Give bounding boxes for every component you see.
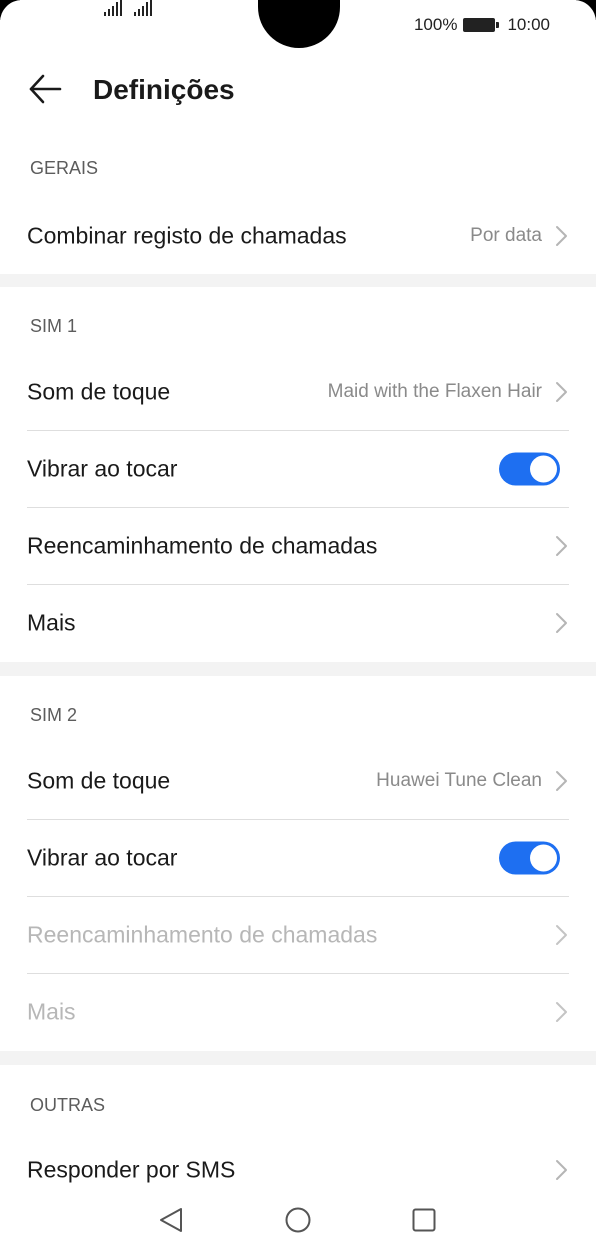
sim1-more-label: Mais xyxy=(27,609,76,636)
chevron-right-icon xyxy=(556,613,567,633)
combine-call-log-row[interactable]: Combinar registo de chamadas Por data xyxy=(0,198,596,274)
sim2-forwarding-label: Reencaminhamento de chamadas xyxy=(27,921,378,948)
battery-percent: 100% xyxy=(413,15,458,34)
chevron-right-icon xyxy=(556,771,567,791)
section-general: GERAIS Combinar registo de chamadas Por … xyxy=(0,130,596,274)
section-label-sim2: SIM 2 xyxy=(30,705,78,725)
section-label-general: GERAIS xyxy=(30,158,99,178)
sim2-ringtone-row[interactable]: Som de toque Huawei Tune Clean xyxy=(0,743,596,819)
sim1-ringtone-label: Som de toque xyxy=(27,378,171,405)
clock: 10:00 xyxy=(507,15,550,34)
chevron-right-icon xyxy=(556,1160,567,1180)
sim2-vibrate-label: Vibrar ao tocar xyxy=(27,844,178,871)
combine-call-log-label: Combinar registo de chamadas xyxy=(27,222,347,249)
sim2-vibrate-row: Vibrar ao tocar xyxy=(0,820,596,896)
sim1-vibrate-toggle[interactable] xyxy=(499,452,560,486)
app-header: Definições xyxy=(0,50,596,130)
sim1-vibrate-row: Vibrar ao tocar xyxy=(0,431,596,507)
sim2-vibrate-toggle[interactable] xyxy=(499,841,560,875)
status-bar: 100% 10:00 xyxy=(0,0,596,50)
sim1-ringtone-row[interactable]: Som de toque Maid with the Flaxen Hair xyxy=(0,354,596,430)
sim1-forwarding-label: Reencaminhamento de chamadas xyxy=(27,532,378,559)
chevron-right-icon xyxy=(556,925,567,945)
chevron-right-icon xyxy=(556,382,567,402)
status-right: 100% 10:00 xyxy=(414,14,550,36)
square-recents-icon[interactable] xyxy=(404,1200,444,1240)
arrow-left-icon[interactable] xyxy=(28,72,62,106)
section-sim2: SIM 2 Som de toque Huawei Tune Clean Vib… xyxy=(0,676,596,1051)
chevron-right-icon xyxy=(556,536,567,556)
sim1-ringtone-value: Maid with the Flaxen Hair xyxy=(327,381,542,402)
triangle-back-icon[interactable] xyxy=(152,1200,192,1240)
circle-home-icon[interactable] xyxy=(278,1200,318,1240)
chevron-right-icon xyxy=(556,226,567,246)
chevron-right-icon xyxy=(556,1002,567,1022)
toggle-knob xyxy=(530,844,557,872)
camera-notch xyxy=(258,0,340,48)
sim2-ringtone-label: Som de toque xyxy=(27,767,171,794)
screen: 100% 10:00 Definições GERAIS Combinar re… xyxy=(0,0,596,1260)
sim1-more-row[interactable]: Mais xyxy=(0,585,596,661)
navigation-bar xyxy=(0,1190,596,1260)
toggle-knob xyxy=(530,455,557,483)
sim1-vibrate-label: Vibrar ao tocar xyxy=(27,455,178,482)
sim2-forwarding-row[interactable]: Reencaminhamento de chamadas xyxy=(0,897,596,973)
section-sim1: SIM 1 Som de toque Maid with the Flaxen … xyxy=(0,287,596,662)
page-title: Definições xyxy=(93,74,235,105)
sim2-ringtone-value: Huawei Tune Clean xyxy=(376,770,542,791)
section-label-sim1: SIM 1 xyxy=(30,316,78,336)
sms-reply-label: Responder por SMS xyxy=(27,1156,236,1183)
battery-icon xyxy=(463,18,500,32)
sim1-forwarding-row[interactable]: Reencaminhamento de chamadas xyxy=(0,508,596,584)
section-label-other: OUTRAS xyxy=(30,1095,106,1115)
sim2-more-row[interactable]: Mais xyxy=(0,974,596,1050)
combine-call-log-value: Por data xyxy=(470,225,542,246)
sim2-more-label: Mais xyxy=(27,998,76,1025)
